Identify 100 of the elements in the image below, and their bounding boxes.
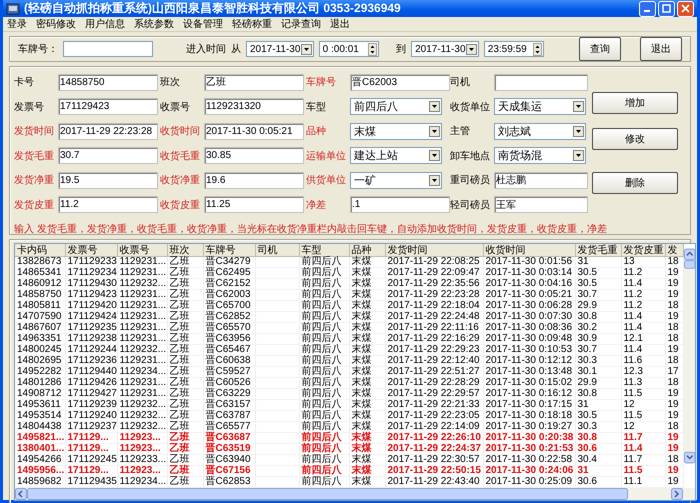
column-header[interactable]: 车型 bbox=[299, 244, 349, 256]
menu-item[interactable]: 退出 bbox=[330, 17, 350, 31]
table-cell: 11.2 bbox=[621, 290, 665, 300]
input-field[interactable]: 11.2 bbox=[58, 196, 158, 214]
date-dropdown[interactable]: 2017-11-30 bbox=[246, 41, 314, 57]
table-cell: 19 bbox=[665, 388, 683, 400]
table-cell: 171129424 bbox=[65, 312, 117, 322]
table-cell: 乙班 bbox=[167, 312, 203, 322]
input-field[interactable]: .1 bbox=[350, 196, 450, 214]
field-label: 品种 bbox=[306, 124, 327, 138]
input-field[interactable]: 11.25 bbox=[204, 196, 304, 214]
column-header[interactable]: 发货时间 bbox=[385, 244, 483, 256]
menu-item[interactable]: 密码修改 bbox=[36, 17, 76, 31]
column-header[interactable]: 发票号 bbox=[65, 244, 117, 256]
dropdown[interactable]: 前四后八 bbox=[350, 98, 442, 116]
field-label: 收货时间 bbox=[160, 124, 201, 138]
column-header[interactable]: 车牌号 bbox=[203, 244, 255, 256]
table-cell: 2017-11-29 22:08:25 bbox=[385, 256, 483, 268]
table-cell: 171129440 bbox=[65, 366, 117, 378]
time-field[interactable]: 0 :00:01 bbox=[318, 41, 380, 57]
input-field[interactable]: 王军 bbox=[494, 196, 588, 214]
column-header[interactable]: 发货毛重 bbox=[575, 244, 621, 256]
input-field[interactable]: 30.7 bbox=[58, 147, 158, 164]
field-label: 收货毛重 bbox=[160, 150, 201, 163]
column-header[interactable]: 收货时间 bbox=[483, 244, 575, 256]
time-field[interactable]: 23:59:59 bbox=[484, 41, 544, 57]
column-header[interactable]: 班次 bbox=[167, 244, 203, 256]
table-cell: 乙班 bbox=[167, 400, 203, 410]
table-cell: 前四后八 bbox=[299, 466, 349, 476]
column-header[interactable]: 收票号 bbox=[117, 244, 167, 256]
table-cell: 2017-11-30 0:15:02 bbox=[483, 378, 575, 388]
plate-field[interactable] bbox=[63, 41, 153, 57]
input-field[interactable] bbox=[494, 74, 588, 91]
input-field[interactable]: 杜志鹏 bbox=[494, 172, 588, 189]
input-field[interactable]: 30.85 bbox=[204, 147, 304, 164]
dropdown[interactable]: 建达上站 bbox=[350, 147, 442, 164]
menu-item[interactable]: 登录 bbox=[7, 17, 27, 31]
input-field[interactable]: 14858750 bbox=[58, 74, 158, 91]
dropdown[interactable]: 南货场混 bbox=[494, 147, 586, 164]
column-header[interactable]: 司机 bbox=[255, 244, 299, 256]
field-label: 车型 bbox=[306, 100, 327, 114]
maximize-button[interactable] bbox=[658, 0, 675, 16]
menu-item[interactable]: 设备管理 bbox=[183, 17, 223, 31]
column-header[interactable]: 品种 bbox=[349, 244, 385, 256]
table-cell: 1129231... bbox=[117, 300, 167, 312]
input-field[interactable]: 171129423 bbox=[58, 98, 158, 116]
table-cell: 前四后八 bbox=[299, 400, 349, 410]
edit-button[interactable]: 修改 bbox=[592, 128, 678, 150]
table-cell: 晋C63956 bbox=[203, 334, 255, 344]
input-field[interactable]: 晋C62003 bbox=[350, 74, 450, 91]
table-cell: 2017-11-29 22:12:40 bbox=[385, 356, 483, 366]
column-header[interactable]: 发 bbox=[665, 244, 683, 256]
column-header[interactable]: 发货皮重 bbox=[621, 244, 665, 256]
input-field[interactable]: 1129231320 bbox=[204, 98, 304, 116]
table-cell: 晋C62852 bbox=[203, 312, 255, 322]
table-cell: 171129235 bbox=[65, 322, 117, 334]
table-cell: 19 bbox=[665, 444, 683, 454]
field-label: 司机 bbox=[450, 76, 471, 90]
table-cell: 2017-11-30 0:03:14 bbox=[483, 268, 575, 278]
input-field[interactable]: 19.5 bbox=[58, 172, 158, 189]
table-cell: 乙班 bbox=[167, 378, 203, 388]
date-dropdown[interactable]: 2017-11-30 bbox=[411, 41, 479, 57]
caret-icon bbox=[466, 44, 477, 54]
table-cell: 13 bbox=[621, 256, 665, 268]
dropdown[interactable]: 天成集运 bbox=[494, 98, 586, 116]
dropdown[interactable]: 末煤 bbox=[350, 122, 442, 140]
close-button[interactable] bbox=[677, 0, 694, 16]
input-field[interactable]: 2017-11-30 0:05:21 bbox=[204, 122, 304, 140]
table-cell: 18 bbox=[665, 300, 683, 312]
menu-item[interactable]: 记录查询 bbox=[281, 17, 321, 31]
table-cell: 末煤 bbox=[349, 256, 385, 268]
menu-item[interactable]: 系统参数 bbox=[134, 17, 174, 31]
input-field[interactable]: 乙班 bbox=[204, 74, 304, 91]
menu-item[interactable]: 轻磅称重 bbox=[232, 17, 272, 31]
table-cell: 乙班 bbox=[167, 422, 203, 432]
dropdown[interactable]: 刘志斌 bbox=[494, 122, 586, 140]
table-cell: 末煤 bbox=[349, 432, 385, 444]
caret-icon bbox=[429, 126, 440, 137]
menu-item[interactable]: 用户信息 bbox=[85, 17, 125, 31]
field-label: 发票号 bbox=[14, 100, 45, 114]
dropdown[interactable]: 一矿 bbox=[350, 172, 442, 189]
column-header[interactable]: 卡内码 bbox=[15, 244, 65, 256]
table-cell: 乙班 bbox=[167, 300, 203, 312]
table-cell: 18 bbox=[665, 356, 683, 366]
add-button[interactable]: 增加 bbox=[592, 92, 678, 114]
table-cell: 30.8 bbox=[575, 432, 621, 444]
table-cell: 晋C34279 bbox=[203, 256, 255, 268]
table-cell: 2017-11-29 22:30:57 bbox=[385, 454, 483, 466]
exit-button[interactable]: 退出 bbox=[640, 37, 682, 61]
input-field[interactable]: 19.6 bbox=[204, 172, 304, 189]
table-cell: 乙班 bbox=[167, 366, 203, 378]
table-cell: 乙班 bbox=[167, 466, 203, 476]
table-cell: 末煤 bbox=[349, 454, 385, 466]
input-field[interactable]: 2017-11-29 22:23:28 bbox=[58, 122, 158, 140]
table-cell: 晋C65700 bbox=[203, 300, 255, 312]
minimize-button[interactable] bbox=[639, 0, 656, 16]
table-cell: 171129423 bbox=[65, 290, 117, 300]
query-button[interactable]: 查询 bbox=[579, 37, 622, 61]
table-cell: 18 bbox=[665, 422, 683, 432]
delete-button[interactable]: 删除 bbox=[592, 172, 678, 194]
